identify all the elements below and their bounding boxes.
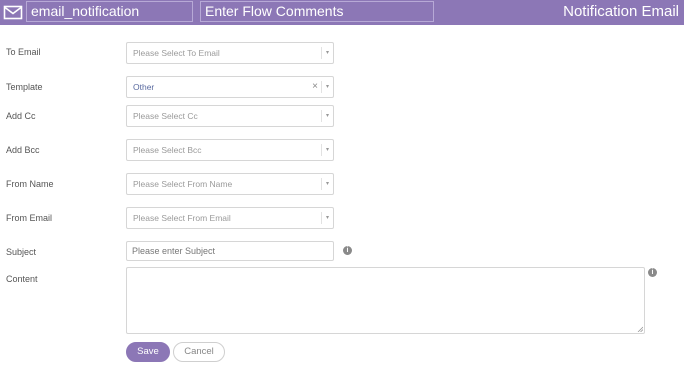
template-select[interactable]: Other × ▾ [126, 76, 334, 98]
to-email-placeholder: Please Select To Email [133, 48, 220, 58]
resize-grip-icon[interactable] [637, 326, 643, 332]
add-bcc-label: Add Bcc [6, 145, 40, 155]
clear-icon[interactable]: × [312, 77, 318, 97]
save-button[interactable]: Save [126, 342, 170, 362]
chevron-down-icon[interactable]: ▾ [321, 81, 333, 93]
template-label: Template [6, 82, 43, 92]
from-name-label: From Name [6, 179, 54, 189]
header-bar: email_notification Enter Flow Comments N… [0, 0, 684, 25]
to-email-select[interactable]: Please Select To Email ▾ [126, 42, 334, 64]
from-name-placeholder: Please Select From Name [133, 179, 233, 189]
chevron-down-icon[interactable]: ▾ [321, 178, 333, 190]
from-email-placeholder: Please Select From Email [133, 213, 231, 223]
info-icon[interactable]: i [648, 268, 657, 277]
cancel-button[interactable]: Cancel [173, 342, 225, 362]
flow-name-input[interactable]: email_notification [26, 1, 193, 22]
content-label: Content [6, 274, 38, 284]
from-name-select[interactable]: Please Select From Name ▾ [126, 173, 334, 195]
subject-label: Subject [6, 247, 37, 257]
from-email-select[interactable]: Please Select From Email ▾ [126, 207, 334, 229]
info-icon[interactable]: i [343, 246, 352, 255]
chevron-down-icon[interactable]: ▾ [321, 144, 333, 156]
flow-comments-input[interactable]: Enter Flow Comments [200, 1, 434, 22]
add-cc-placeholder: Please Select Cc [133, 111, 198, 121]
chevron-down-icon[interactable]: ▾ [321, 47, 333, 59]
content-textarea[interactable] [126, 267, 645, 334]
subject-input[interactable]: Please enter Subject [126, 241, 334, 261]
add-cc-select[interactable]: Please Select Cc ▾ [126, 105, 334, 127]
subject-placeholder: Please enter Subject [132, 246, 216, 256]
add-bcc-placeholder: Please Select Bcc [133, 145, 202, 155]
page-title: Notification Email [563, 3, 679, 20]
to-email-label: To Email [6, 47, 41, 57]
chevron-down-icon[interactable]: ▾ [321, 110, 333, 122]
add-bcc-select[interactable]: Please Select Bcc ▾ [126, 139, 334, 161]
chevron-down-icon[interactable]: ▾ [321, 212, 333, 224]
mail-icon [3, 5, 23, 20]
template-value: Other [133, 82, 155, 92]
from-email-label: From Email [6, 213, 53, 223]
add-cc-label: Add Cc [6, 111, 36, 121]
